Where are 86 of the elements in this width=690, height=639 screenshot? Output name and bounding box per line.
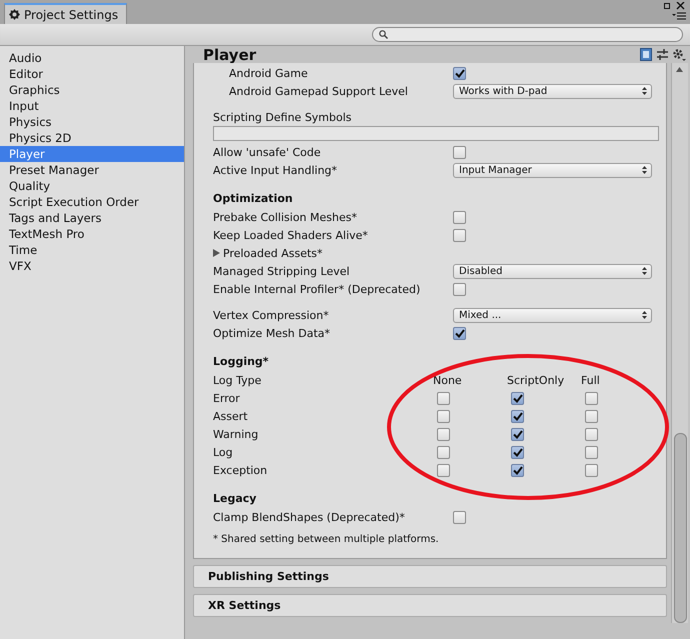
section-title: Player (203, 46, 256, 64)
checkbox[interactable] (511, 392, 524, 404)
setting-label: Log (213, 446, 233, 458)
up-down-arrows-icon (642, 267, 647, 275)
search-icon (379, 30, 388, 39)
up-down-arrows-icon (642, 87, 647, 95)
setting-label: Allow 'unsafe' Code (213, 146, 322, 158)
foldout[interactable]: Preloaded Assets* (213, 246, 323, 260)
column-header: ScriptOnly (507, 374, 564, 386)
setting-label: Optimize Mesh Data* (213, 326, 332, 340)
setting-label: Log Type (213, 374, 262, 386)
sidebar-item[interactable]: Physics (0, 114, 184, 130)
sidebar-item[interactable]: Input (0, 98, 184, 114)
setting-label: Vertex Compression* (213, 308, 330, 322)
menu-icon[interactable] (672, 12, 686, 20)
triangle-icon (213, 249, 220, 257)
setting-label: Error (213, 392, 240, 404)
setting-label: Managed Stripping Level (213, 264, 351, 278)
setting-label: Clamp BlendShapes (Deprecated)* (213, 510, 406, 524)
setting-label: Enable Internal Profiler* (Deprecated) (213, 282, 422, 296)
sidebar-item[interactable]: TextMesh Pro (0, 226, 184, 242)
checkbox[interactable] (437, 410, 450, 422)
checkbox[interactable] (453, 510, 466, 524)
scrollbar[interactable] (671, 63, 688, 623)
checkbox[interactable] (511, 410, 524, 422)
checkbox[interactable] (453, 282, 466, 296)
footnote: * Shared setting between multiple platforms. (213, 534, 440, 545)
help-book-icon[interactable] (640, 48, 652, 61)
sidebar-item[interactable]: Physics 2D (0, 130, 184, 146)
dropdown[interactable]: Input Manager (453, 162, 652, 178)
setting-label: Active Input Handling* (213, 164, 338, 176)
sidebar-item[interactable]: Time (0, 242, 184, 258)
group-heading: Optimization (213, 192, 293, 205)
scroll-up-icon[interactable] (676, 67, 683, 72)
search-field[interactable] (372, 27, 683, 42)
window-tab[interactable]: Project Settings (4, 3, 128, 24)
settings-section-header[interactable]: Publishing Settings (193, 565, 667, 588)
dropdown[interactable]: Disabled (453, 264, 652, 278)
setting-label: Exception (213, 464, 268, 476)
checkbox[interactable] (585, 428, 598, 440)
gear-icon (9, 9, 20, 20)
checkbox[interactable] (511, 428, 524, 440)
setting-label: Assert (213, 410, 248, 422)
checkbox[interactable] (453, 146, 466, 158)
sidebar-item[interactable]: Audio (0, 50, 184, 66)
dropdown[interactable]: Works with D-pad (453, 84, 652, 98)
settings-section-header[interactable]: XR Settings (193, 594, 667, 617)
checkbox[interactable] (585, 410, 598, 422)
dropdown[interactable]: Mixed ... (453, 308, 652, 322)
checkbox[interactable] (511, 464, 524, 476)
sidebar-item[interactable]: Tags and Layers (0, 210, 184, 226)
up-down-arrows-icon (642, 166, 647, 174)
up-down-arrows-icon (642, 311, 647, 319)
setting-label: Android Game (229, 66, 309, 80)
sidebar-item[interactable]: VFX (0, 258, 184, 274)
group-heading: Logging* (213, 355, 269, 368)
column-header: None (433, 374, 462, 386)
sidebar-item[interactable]: Quality (0, 178, 184, 194)
checkbox[interactable] (453, 210, 466, 224)
checkbox[interactable] (585, 446, 598, 458)
checkbox[interactable] (585, 392, 598, 404)
input-field[interactable] (213, 126, 659, 141)
checkbox[interactable] (453, 66, 466, 80)
window-controls-icon[interactable] (664, 2, 686, 10)
checkbox[interactable] (585, 464, 598, 476)
checkbox[interactable] (437, 392, 450, 404)
setting-label: Keep Loaded Shaders Alive* (213, 228, 369, 242)
checkbox[interactable] (437, 464, 450, 476)
setting-label: Warning (213, 428, 258, 440)
group-heading: Legacy (213, 492, 256, 505)
column-header: Full (581, 374, 600, 386)
sliders-icon[interactable] (657, 49, 668, 60)
checkbox[interactable] (437, 446, 450, 458)
checkbox[interactable] (453, 228, 466, 242)
checkbox[interactable] (437, 428, 450, 440)
sidebar-item[interactable]: Script Execution Order (0, 194, 184, 210)
checkbox[interactable] (453, 326, 466, 340)
sidebar-item[interactable]: Graphics (0, 82, 184, 98)
setting-label: Scripting Define Symbols (213, 110, 353, 124)
setting-label: Prebake Collision Meshes* (213, 210, 358, 224)
sidebar-item[interactable]: Player (0, 146, 184, 162)
sidebar-item[interactable]: Editor (0, 66, 184, 82)
checkbox[interactable] (511, 446, 524, 458)
setting-label: Android Gamepad Support Level (229, 84, 409, 98)
sidebar-item[interactable]: Preset Manager (0, 162, 184, 178)
gear-icon[interactable] (673, 48, 686, 60)
